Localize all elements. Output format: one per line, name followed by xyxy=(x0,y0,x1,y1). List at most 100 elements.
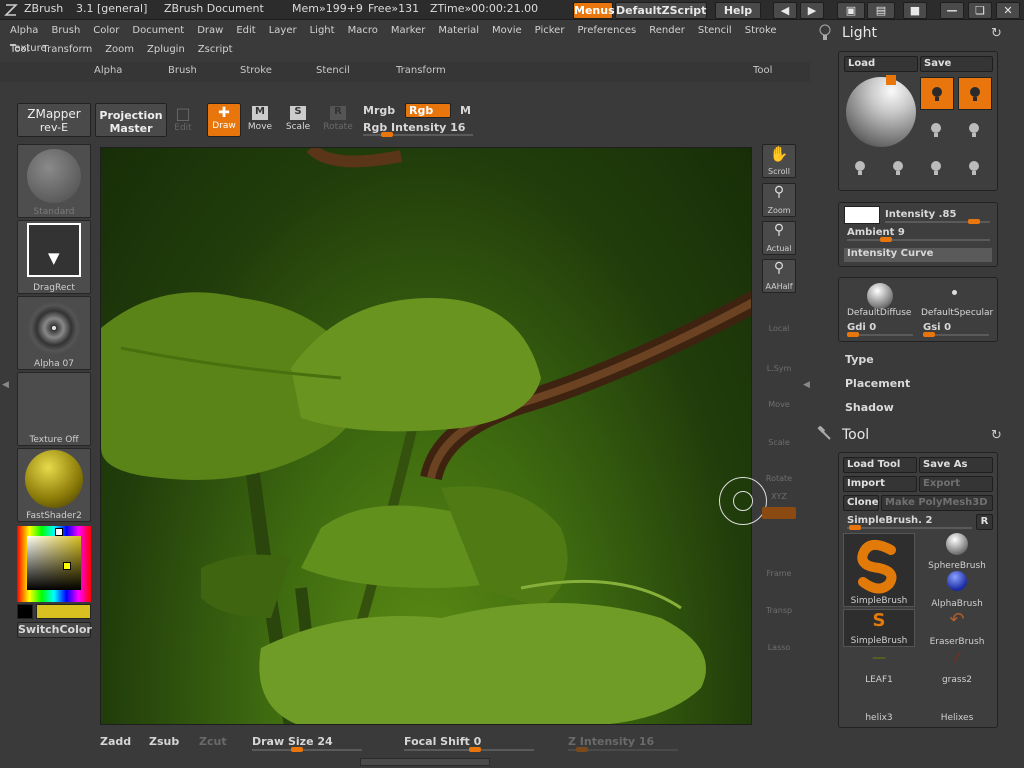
secondary-color-swatch[interactable] xyxy=(17,604,33,619)
menu-zoom[interactable]: Zoom xyxy=(105,41,134,59)
menu-stroke[interactable]: Stroke xyxy=(745,22,777,40)
leaf1-slot[interactable]: — LEAF1 xyxy=(843,647,915,685)
ambient-knob[interactable] xyxy=(879,237,892,242)
tool-slider[interactable] xyxy=(847,527,972,529)
dragrect-stroke-slot[interactable]: ▼ DragRect xyxy=(17,220,91,294)
zsub-button[interactable]: Zsub xyxy=(149,735,179,748)
restore-icon[interactable]: ❏ xyxy=(968,2,992,19)
subpal-alpha[interactable]: Alpha xyxy=(94,65,122,76)
ambient-slider[interactable] xyxy=(847,239,990,241)
menu-render[interactable]: Render xyxy=(649,22,685,40)
menu-alpha[interactable]: Alpha xyxy=(10,22,38,40)
texture-slot[interactable]: Texture Off xyxy=(17,372,91,446)
draw-size-slider[interactable] xyxy=(252,749,362,751)
default-zscript-button[interactable]: DefaultZScript xyxy=(615,2,707,19)
m-button[interactable]: M xyxy=(460,104,471,117)
intensity-curve-button[interactable]: Intensity Curve xyxy=(844,248,992,262)
menu-picker[interactable]: Picker xyxy=(535,22,565,40)
make-polymesh-button[interactable]: Make PolyMesh3D xyxy=(881,495,993,511)
bottom-tray-handle[interactable] xyxy=(360,758,490,766)
right-tray-arrow-icon[interactable]: ◀ xyxy=(803,380,811,410)
subpal-brush[interactable]: Brush xyxy=(168,65,197,76)
transp-button[interactable]: Transp xyxy=(762,582,796,616)
menu-zplugin[interactable]: Zplugin xyxy=(147,41,185,59)
move-view-button[interactable]: Move xyxy=(762,376,796,410)
menu-material[interactable]: Material xyxy=(438,22,479,40)
layout-one-icon[interactable]: ▣ xyxy=(837,2,865,19)
lasso-button[interactable]: Lasso xyxy=(762,619,796,653)
light-sphere-preview[interactable] xyxy=(846,77,916,147)
gsi-knob[interactable] xyxy=(923,332,935,337)
light-8-bulb-icon[interactable] xyxy=(968,160,980,176)
zcut-button[interactable]: Zcut xyxy=(199,735,227,748)
edit-button[interactable]: □ Edit xyxy=(172,104,194,138)
aahalf-button[interactable]: ⚲ AAHalf xyxy=(762,259,796,293)
light-placement-item[interactable]: Placement xyxy=(845,377,910,390)
primary-color-swatch[interactable] xyxy=(36,604,91,619)
rgb-intensity-knob[interactable] xyxy=(381,132,393,137)
local-button[interactable]: Local xyxy=(762,300,796,334)
light-color-swatch[interactable] xyxy=(844,206,880,224)
projection-master-button[interactable]: Projection Master xyxy=(95,103,167,137)
eraserbrush-slot[interactable]: ↶ EraserBrush xyxy=(921,609,993,647)
zmapper-button[interactable]: ZMapper rev-E xyxy=(17,103,91,137)
color-square[interactable] xyxy=(27,536,81,590)
frame-button[interactable]: Frame xyxy=(762,545,796,579)
helixes-slot[interactable]: Helixes xyxy=(921,685,993,723)
mrgb-button[interactable]: Mrgb xyxy=(363,104,395,117)
light-6-bulb-icon[interactable] xyxy=(892,160,904,176)
gdi-knob[interactable] xyxy=(847,332,859,337)
diffuse-swatch[interactable] xyxy=(867,283,893,309)
scale-view-button[interactable]: Scale xyxy=(762,414,796,448)
menu-light[interactable]: Light xyxy=(310,22,335,40)
menu-zscript[interactable]: Zscript xyxy=(198,41,233,59)
subpal-transform[interactable]: Transform xyxy=(396,65,446,76)
subpal-tool[interactable]: Tool xyxy=(753,65,772,76)
xyz-button[interactable]: XYZ xyxy=(762,470,796,502)
axis-toggle[interactable] xyxy=(762,507,796,519)
r-button[interactable]: R xyxy=(976,514,993,530)
menu-layer[interactable]: Layer xyxy=(269,22,297,40)
grass2-slot[interactable]: ⁄ grass2 xyxy=(921,647,993,685)
light-1-button[interactable] xyxy=(920,77,954,110)
draw-size-knob[interactable] xyxy=(291,747,303,752)
shrink-ui-icon[interactable]: ◀ xyxy=(773,2,797,19)
tool-reset-icon[interactable]: ↻ xyxy=(991,428,1002,443)
menu-document[interactable]: Document xyxy=(132,22,184,40)
helix3-slot[interactable]: helix3 xyxy=(843,685,915,723)
spherebrush-slot[interactable]: SphereBrush xyxy=(921,533,993,571)
switchcolor-button[interactable]: SwitchColor xyxy=(17,622,92,638)
menu-tool[interactable]: Tool xyxy=(10,41,29,59)
menu-macro[interactable]: Macro xyxy=(348,22,378,40)
light-7-bulb-icon[interactable] xyxy=(930,160,942,176)
minimize-icon[interactable]: — xyxy=(940,2,964,19)
alphabrush-slot[interactable]: AlphaBrush xyxy=(921,571,993,609)
menu-draw[interactable]: Draw xyxy=(197,22,223,40)
color-marker[interactable] xyxy=(63,562,71,570)
menu-marker[interactable]: Marker xyxy=(391,22,426,40)
load-tool-button[interactable]: Load Tool xyxy=(843,457,917,473)
material-slot[interactable]: FastShader2 xyxy=(17,448,91,522)
menu-edit[interactable]: Edit xyxy=(236,22,255,40)
hue-marker[interactable] xyxy=(55,528,63,536)
scale-button[interactable]: S Scale xyxy=(284,104,312,138)
save-as-button[interactable]: Save As xyxy=(919,457,993,473)
light-intensity-knob[interactable] xyxy=(968,219,981,224)
lock-icon[interactable]: ■ xyxy=(903,2,927,19)
export-button[interactable]: Export xyxy=(919,476,993,492)
close-icon[interactable]: ✕ xyxy=(996,2,1020,19)
scroll-button[interactable]: ✋ Scroll xyxy=(762,144,796,178)
rotate-button[interactable]: R Rotate xyxy=(323,104,353,138)
zoom-button[interactable]: ⚲ Zoom xyxy=(762,183,796,217)
specular-swatch[interactable] xyxy=(952,290,957,295)
light-type-item[interactable]: Type xyxy=(845,353,874,366)
rgb-intensity-slider[interactable] xyxy=(363,134,473,136)
menu-transform[interactable]: Transform xyxy=(42,41,92,59)
subpal-stencil[interactable]: Stencil xyxy=(316,65,350,76)
light-load-button[interactable]: Load xyxy=(844,56,918,72)
color-picker[interactable] xyxy=(17,526,91,602)
focal-shift-knob[interactable] xyxy=(469,747,481,752)
import-button[interactable]: Import xyxy=(843,476,917,492)
light-position-marker[interactable] xyxy=(886,75,896,85)
light-2-button[interactable] xyxy=(958,77,992,110)
